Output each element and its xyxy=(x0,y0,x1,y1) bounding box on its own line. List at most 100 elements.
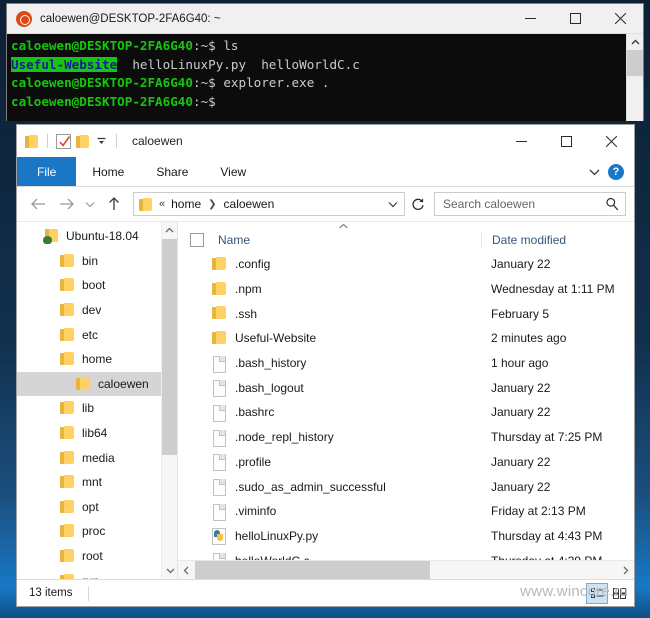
breadcrumb-segment-home[interactable]: home xyxy=(171,197,201,211)
breadcrumb-overflow-icon[interactable]: « xyxy=(159,198,165,210)
ribbon-tab-bar[interactable]: File Home Share View ? xyxy=(17,157,634,187)
navigation-tree-pane[interactable]: Ubuntu-18.04 bin boot dev etc home caloewen lib… xyxy=(17,222,177,579)
tab-file[interactable]: File xyxy=(17,157,77,186)
customize-dropdown-icon[interactable] xyxy=(95,135,108,148)
scroll-up-icon[interactable] xyxy=(627,34,643,50)
file-name-cell[interactable]: Useful-Website xyxy=(178,330,481,346)
tree-item-boot[interactable]: boot xyxy=(17,273,177,298)
table-row[interactable]: helloLinuxPy.py Thursday at 4:43 PM xyxy=(178,524,634,549)
table-row[interactable]: .profile January 22 xyxy=(178,450,634,475)
tree-scrollbar[interactable] xyxy=(161,222,177,579)
maximize-icon[interactable] xyxy=(544,126,589,156)
tree-item-opt[interactable]: opt xyxy=(17,495,177,520)
file-name-cell[interactable]: .npm xyxy=(178,281,481,297)
scroll-up-icon[interactable] xyxy=(162,222,177,239)
column-header-date-modified[interactable]: Date modified xyxy=(481,233,650,247)
refresh-icon[interactable] xyxy=(407,192,429,216)
details-view-button[interactable] xyxy=(586,582,608,604)
tree-item-caloewen[interactable]: caloewen xyxy=(17,371,177,397)
terminal-prompt-user: caloewen@DESKTOP-2FA6G40 xyxy=(11,38,193,53)
up-arrow-icon[interactable] xyxy=(101,191,127,217)
expand-ribbon-icon[interactable] xyxy=(589,168,600,176)
tree-item-root[interactable]: root xyxy=(17,544,177,569)
folder-icon[interactable] xyxy=(25,134,39,148)
breadcrumb[interactable]: « home ❯ caloewen xyxy=(133,192,405,216)
tree-scrollbar-thumb[interactable] xyxy=(162,239,177,455)
terminal-output[interactable]: caloewen@DESKTOP-2FA6G40:~$ ls Useful-We… xyxy=(7,34,643,121)
tab-home[interactable]: Home xyxy=(76,157,140,186)
tab-share[interactable]: Share xyxy=(140,157,204,186)
tree-item-home[interactable]: home xyxy=(17,347,177,372)
tree-item-proc[interactable]: proc xyxy=(17,519,177,544)
tree-item-ubuntu-18.04[interactable]: Ubuntu-18.04 xyxy=(17,224,177,249)
file-name-cell[interactable]: .ssh xyxy=(178,306,481,321)
scroll-right-icon[interactable] xyxy=(617,561,634,579)
new-folder-icon[interactable] xyxy=(76,134,90,148)
file-explorer-window[interactable]: caloewen File Home Share View ? « home ❯… xyxy=(16,124,635,607)
table-row[interactable]: .ssh February 5 xyxy=(178,301,634,326)
maximize-icon[interactable] xyxy=(553,4,598,34)
column-headers[interactable]: Name Date modified xyxy=(178,222,634,250)
tree-item-lib64[interactable]: lib64 xyxy=(17,421,177,446)
select-all-checkbox[interactable] xyxy=(190,233,204,247)
file-name-cell[interactable]: helloLinuxPy.py xyxy=(178,528,481,546)
terminal-titlebar[interactable]: caloewen@DESKTOP-2FA6G40: ~ xyxy=(7,4,643,34)
back-arrow-icon[interactable] xyxy=(25,191,51,217)
tree-item-bin[interactable]: bin xyxy=(17,249,177,274)
navigation-bar[interactable]: « home ❯ caloewen xyxy=(17,187,634,222)
forward-arrow-icon[interactable] xyxy=(53,191,79,217)
tree-item-media[interactable]: media xyxy=(17,445,177,470)
file-list-pane[interactable]: Name Date modified .config January 22 .npm… xyxy=(177,222,634,579)
table-row[interactable]: helloWorldC.cThursday at 4:39 PM xyxy=(178,548,634,560)
quick-access-toolbar[interactable] xyxy=(25,133,120,149)
table-row[interactable]: .npm Wednesday at 1:11 PM xyxy=(178,277,634,302)
table-row[interactable]: .bash_history 1 hour ago xyxy=(178,351,634,376)
file-name-cell[interactable]: .viminfo xyxy=(178,503,481,521)
file-name-cell[interactable]: helloWorldC.c xyxy=(178,553,481,560)
tree-item-dev[interactable]: dev xyxy=(17,298,177,323)
table-row[interactable]: Useful-Website 2 minutes ago xyxy=(178,326,634,351)
table-row[interactable]: .bashrc January 22 xyxy=(178,400,634,425)
minimize-icon[interactable] xyxy=(508,4,553,34)
terminal-window[interactable]: caloewen@DESKTOP-2FA6G40: ~ caloewen@DES… xyxy=(6,3,644,121)
terminal-scrollbar[interactable] xyxy=(626,34,643,121)
tree-item-run[interactable]: run xyxy=(17,568,177,579)
view-mode-buttons[interactable] xyxy=(586,582,630,604)
table-row[interactable]: .viminfo Friday at 2:13 PM xyxy=(178,499,634,524)
help-icon[interactable]: ? xyxy=(608,163,624,180)
table-row[interactable]: .bash_logout January 22 xyxy=(178,375,634,400)
close-icon[interactable] xyxy=(598,4,643,34)
table-row[interactable]: .sudo_as_admin_successful January 22 xyxy=(178,474,634,499)
large-icons-view-button[interactable] xyxy=(608,583,630,604)
search-box[interactable] xyxy=(434,192,626,216)
tab-view[interactable]: View xyxy=(204,157,262,186)
breadcrumb-chevron-icon[interactable]: ❯ xyxy=(208,199,216,210)
column-header-name[interactable]: Name xyxy=(204,233,481,247)
file-name-cell[interactable]: .config xyxy=(178,256,481,272)
table-row[interactable]: .node_repl_history Thursday at 7:25 PM xyxy=(178,425,634,450)
breadcrumb-segment-caloewen[interactable]: caloewen xyxy=(224,197,275,211)
scroll-left-icon[interactable] xyxy=(178,561,195,579)
file-name-cell[interactable]: .bashrc xyxy=(178,404,481,422)
explorer-titlebar[interactable]: caloewen xyxy=(17,125,634,157)
close-icon[interactable] xyxy=(589,126,634,156)
minimize-icon[interactable] xyxy=(499,126,544,156)
terminal-scrollbar-thumb[interactable] xyxy=(627,50,643,76)
recent-locations-icon[interactable] xyxy=(81,191,99,217)
search-input[interactable] xyxy=(443,197,605,211)
file-name-cell[interactable]: .bash_logout xyxy=(178,380,481,398)
tree-item-etc[interactable]: etc xyxy=(17,322,177,347)
file-name-cell[interactable]: .sudo_as_admin_successful xyxy=(178,479,481,497)
horizontal-scrollbar-thumb[interactable] xyxy=(195,561,430,579)
search-icon[interactable] xyxy=(605,197,619,211)
table-row[interactable]: .config January 22 xyxy=(178,252,634,277)
file-name-cell[interactable]: .profile xyxy=(178,454,481,472)
tree-item-lib[interactable]: lib xyxy=(17,396,177,421)
file-name-cell[interactable]: .node_repl_history xyxy=(178,429,481,447)
breadcrumb-dropdown-icon[interactable] xyxy=(388,201,400,208)
horizontal-scrollbar[interactable] xyxy=(178,560,634,579)
scroll-down-icon[interactable] xyxy=(162,562,177,579)
properties-icon[interactable] xyxy=(56,133,71,149)
tree-item-mnt[interactable]: mnt xyxy=(17,470,177,495)
file-name-cell[interactable]: .bash_history xyxy=(178,355,481,373)
